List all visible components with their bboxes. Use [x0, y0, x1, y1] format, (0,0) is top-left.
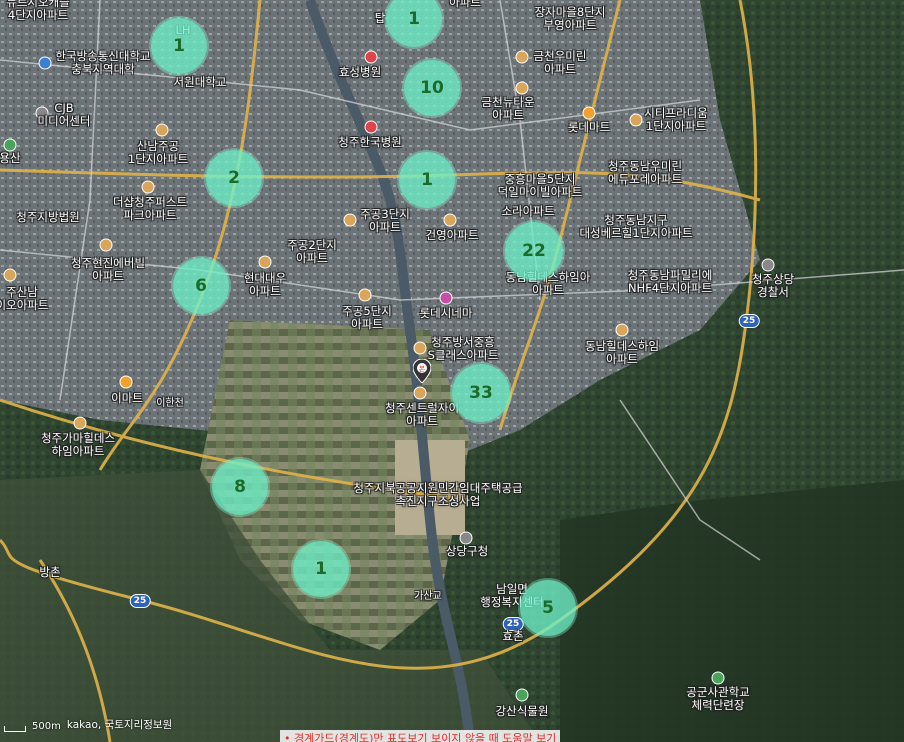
satellite-background	[0, 0, 904, 742]
university-icon[interactable]	[38, 56, 52, 70]
map-view[interactable]: 본 25 25 25 뉴르지오캐슬 4단지아파트 탑 아파트 장자마을8단지 부…	[0, 0, 904, 742]
map-label: 주산남 이오아파트	[0, 285, 49, 312]
map-label: 청주센트럴자이 아파트	[384, 401, 460, 428]
map-label: 중흥마을5단지 덕일마이빌아파트	[497, 172, 583, 199]
mart-icon[interactable]	[119, 375, 133, 389]
location-pin-icon[interactable]: 본	[413, 359, 431, 383]
cluster-marker[interactable]: 2	[206, 150, 262, 206]
park-icon	[711, 671, 725, 685]
apartment-icon[interactable]	[343, 213, 357, 227]
cluster-marker[interactable]: 1	[293, 541, 349, 597]
scale-text: 500m	[32, 721, 61, 732]
park-icon	[515, 688, 529, 702]
map-label: 현대대우 아파트	[243, 271, 287, 298]
cluster-marker[interactable]: 1	[399, 152, 455, 208]
map-label: 시티프라디움 1단지아파트	[644, 106, 708, 133]
svg-text:본: 본	[419, 365, 426, 373]
boundary-help-link[interactable]: • 경계가드(경계도)만 표도보기 보이지 않을 때 도움말 보기	[280, 730, 561, 742]
map-label: 청주지방법원	[16, 210, 80, 224]
cluster-marker[interactable]: 33	[452, 364, 510, 422]
scale-bar: 500m kakao, 국토지리정보원	[4, 717, 172, 732]
map-label: 롯데마트	[567, 120, 611, 134]
map-label: 이마트	[111, 391, 143, 405]
cluster-marker[interactable]: 1	[151, 18, 207, 74]
cluster-marker[interactable]: 10	[404, 60, 460, 116]
cluster-marker[interactable]: 8	[212, 459, 268, 515]
map-label: 상당구청	[445, 544, 489, 558]
map-label: 청주동남우미린 에듀포레아파트	[607, 159, 683, 186]
government-icon[interactable]	[459, 531, 473, 545]
hospital-icon[interactable]	[364, 50, 378, 64]
map-label: 롯데시네마	[419, 306, 473, 320]
map-label: 주공5단지 아파트	[342, 304, 392, 331]
apartment-icon[interactable]	[3, 268, 17, 282]
map-label: 공군사관학교 체력단련장	[686, 685, 750, 712]
apartment-icon[interactable]	[73, 416, 87, 430]
apartment-icon[interactable]	[615, 323, 629, 337]
cinema-icon[interactable]	[439, 291, 453, 305]
map-label: 청주가마힐데스 하임아파트	[40, 431, 116, 458]
map-label: 산남주공 1단지아파트	[127, 139, 189, 166]
map-label: 금천우미린 아파트	[533, 49, 587, 76]
cluster-marker[interactable]: 22	[505, 222, 563, 280]
apartment-icon[interactable]	[629, 113, 643, 127]
map-label: 금천뉴타운 아파트	[481, 95, 535, 122]
map-label: 청주지북공공지원민간임대주택공급 촉진지구조성사업	[353, 481, 523, 508]
map-label: 동남힐데스하임 아파트	[584, 339, 660, 366]
map-label: 이한천	[156, 398, 184, 409]
map-label: 청주동남파밀리에 NHF4단지아파트	[627, 268, 713, 295]
map-label: 청주현진에버빌 아파트	[70, 256, 146, 283]
apartment-icon[interactable]	[515, 81, 529, 95]
map-label: 서원대학교	[173, 75, 227, 89]
map-label: CJB 미디어센터	[37, 101, 91, 128]
copyright-text: kakao, 국토지리정보원	[66, 719, 173, 731]
police-icon[interactable]	[761, 258, 775, 272]
apartment-icon[interactable]	[515, 50, 529, 64]
mart-icon[interactable]	[582, 106, 596, 120]
map-label: 소라아파트	[501, 204, 555, 218]
map-label: 더샵청주퍼스트 파크아파트	[112, 195, 188, 222]
apartment-icon[interactable]	[443, 213, 457, 227]
hospital-icon[interactable]	[364, 120, 378, 134]
map-label: 장자마을8단지 부영아파트	[534, 5, 606, 32]
map-label: 주공2단지 아파트	[287, 238, 337, 265]
apartment-icon[interactable]	[155, 123, 169, 137]
map-label: 건영아파트	[425, 228, 479, 242]
map-label: 청주동남지구 대성베르힐1단지아파트	[579, 213, 693, 240]
cluster-marker[interactable]: 6	[173, 258, 229, 314]
apartment-icon[interactable]	[413, 341, 427, 355]
map-label: 효성병원	[338, 65, 382, 79]
map-label: 뉴르지오캐슬 4단지아파트	[6, 0, 70, 22]
map-label: 가산교	[414, 591, 442, 602]
road-shield-25: 25	[738, 314, 760, 328]
apartment-icon[interactable]	[258, 255, 272, 269]
map-label: 탑	[374, 11, 386, 25]
map-label: 주공3단지 아파트	[360, 207, 410, 234]
cluster-marker[interactable]: 5	[520, 580, 576, 636]
scale-line	[4, 726, 26, 732]
map-label: 청주상당 경찰서	[751, 272, 795, 299]
apartment-icon[interactable]	[99, 238, 113, 252]
map-label: 청주한국병원	[338, 135, 402, 149]
map-label: 방촌	[39, 565, 61, 579]
map-label: 청주방서중흥 S클래스아파트	[427, 335, 499, 362]
map-label: 용산	[0, 151, 21, 165]
apartment-icon[interactable]	[413, 386, 427, 400]
map-label: 효촌	[502, 629, 524, 643]
apartment-icon[interactable]	[141, 180, 155, 194]
map-label: 한국방송통신대학교 충북지역대학	[55, 49, 151, 76]
road-shield-25: 25	[129, 594, 151, 608]
map-label: 강산식물원	[495, 704, 549, 718]
mountain-icon	[3, 138, 17, 152]
apartment-icon[interactable]	[358, 288, 372, 302]
map-label: 아파트	[449, 0, 481, 9]
